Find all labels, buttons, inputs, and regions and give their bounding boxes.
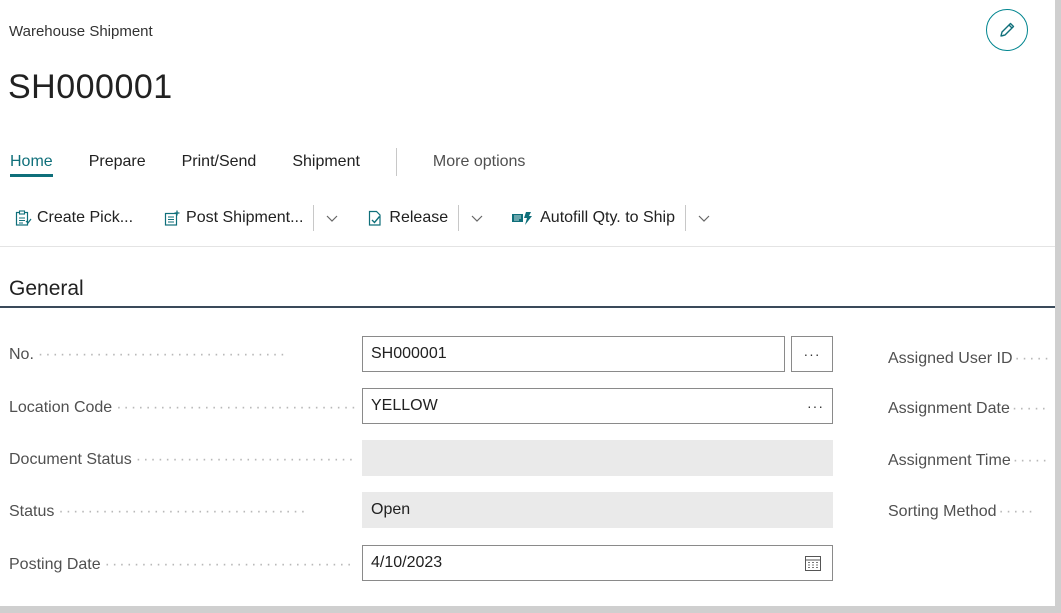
status-label-text: Status <box>9 503 55 520</box>
no-field-label: No. ·································· <box>9 346 355 364</box>
no-field[interactable]: SH000001 <box>362 336 785 372</box>
label-dots: ····· <box>998 503 1036 520</box>
release-icon <box>366 209 384 227</box>
action-bar-divider <box>0 246 1055 247</box>
autofill-chevron-down-icon[interactable] <box>696 210 712 226</box>
location-code-value: YELLOW <box>371 397 438 414</box>
post-shipment-label: Post Shipment... <box>186 209 304 226</box>
status-value: Open <box>371 501 411 518</box>
status-field: Open <box>362 492 833 528</box>
release-chevron-down-icon[interactable] <box>469 210 485 226</box>
tab-shipment[interactable]: Shipment <box>292 153 360 171</box>
label-dots: ····· <box>1011 400 1049 417</box>
tab-prepare[interactable]: Prepare <box>89 153 146 171</box>
posting-date-label-text: Posting Date <box>9 556 101 573</box>
label-dots: ·································· <box>104 556 354 573</box>
section-divider <box>0 306 1055 308</box>
calendar-icon[interactable] <box>804 554 822 572</box>
pencil-icon <box>1000 22 1015 37</box>
no-field-value: SH000001 <box>371 345 447 362</box>
action-tabs: Home Prepare Print/Send Shipment More op… <box>10 148 561 177</box>
action-divider <box>313 205 315 231</box>
sorting-method-label: Sorting Method ····· <box>888 503 1055 521</box>
label-dots: ·································· <box>58 503 308 520</box>
label-dots: ····· <box>1012 452 1050 469</box>
page-caption: Warehouse Shipment <box>9 23 153 40</box>
action-divider <box>685 205 686 231</box>
location-code-label-text: Location Code <box>9 399 113 416</box>
page-frame: Warehouse Shipment SH000001 Home Prepare… <box>0 0 1061 613</box>
section-title-general[interactable]: General <box>9 277 84 301</box>
create-pick-icon <box>14 209 32 227</box>
tab-more-options[interactable]: More options <box>433 153 526 171</box>
posting-date-field-label: Posting Date ····························… <box>9 556 355 574</box>
tab-home[interactable]: Home <box>10 153 53 177</box>
tab-divider <box>395 148 397 176</box>
assigned-user-id-label-text: Assigned User ID <box>888 350 1013 367</box>
action-divider <box>458 205 460 231</box>
post-shipment-button[interactable]: Post Shipment... <box>163 209 303 227</box>
release-button[interactable]: Release <box>366 209 448 227</box>
assignment-date-label-text: Assignment Date <box>888 400 1010 417</box>
location-code-lookup-icon[interactable]: ··· <box>807 389 824 423</box>
tab-print-send[interactable]: Print/Send <box>182 153 257 171</box>
autofill-label: Autofill Qty. to Ship <box>540 209 675 226</box>
sorting-method-label-text: Sorting Method <box>888 503 997 520</box>
more-icon: ··· <box>803 346 821 362</box>
assignment-time-label-text: Assignment Time <box>888 452 1011 469</box>
posting-date-value: 4/10/2023 <box>371 554 443 571</box>
document-status-label-text: Document Status <box>9 451 132 468</box>
assignment-time-label: Assignment Time ····· <box>888 452 1055 470</box>
autofill-icon <box>511 209 535 227</box>
no-assist-button[interactable]: ··· <box>791 336 833 372</box>
assignment-date-label: Assignment Date ····· <box>888 400 1055 418</box>
label-dots: ·································· <box>116 399 355 416</box>
no-label-text: No. <box>9 346 34 363</box>
page-title: SH000001 <box>8 68 173 106</box>
posting-date-field[interactable]: 4/10/2023 <box>362 545 833 581</box>
release-label: Release <box>389 209 449 226</box>
post-shipment-chevron-down-icon[interactable] <box>324 210 340 226</box>
document-status-field <box>362 440 833 476</box>
label-dots: ·································· <box>37 346 288 363</box>
assigned-user-id-label: Assigned User ID ····· <box>888 350 1055 368</box>
action-bar: Create Pick... Post Shipment... Release … <box>14 202 712 234</box>
label-dots: ····· <box>1014 350 1052 367</box>
location-code-field-label: Location Code ···························… <box>9 399 355 417</box>
autofill-qty-to-ship-button[interactable]: Autofill Qty. to Ship <box>511 209 675 227</box>
post-shipment-icon <box>163 209 181 227</box>
edit-button[interactable] <box>986 9 1028 51</box>
location-code-field[interactable]: YELLOW ··· <box>362 388 833 424</box>
create-pick-label: Create Pick... <box>37 209 134 226</box>
status-field-label: Status ·································· <box>9 503 355 521</box>
create-pick-button[interactable]: Create Pick... <box>14 209 133 227</box>
label-dots: ·································· <box>135 451 355 468</box>
document-status-field-label: Document Status ·························… <box>9 451 355 469</box>
